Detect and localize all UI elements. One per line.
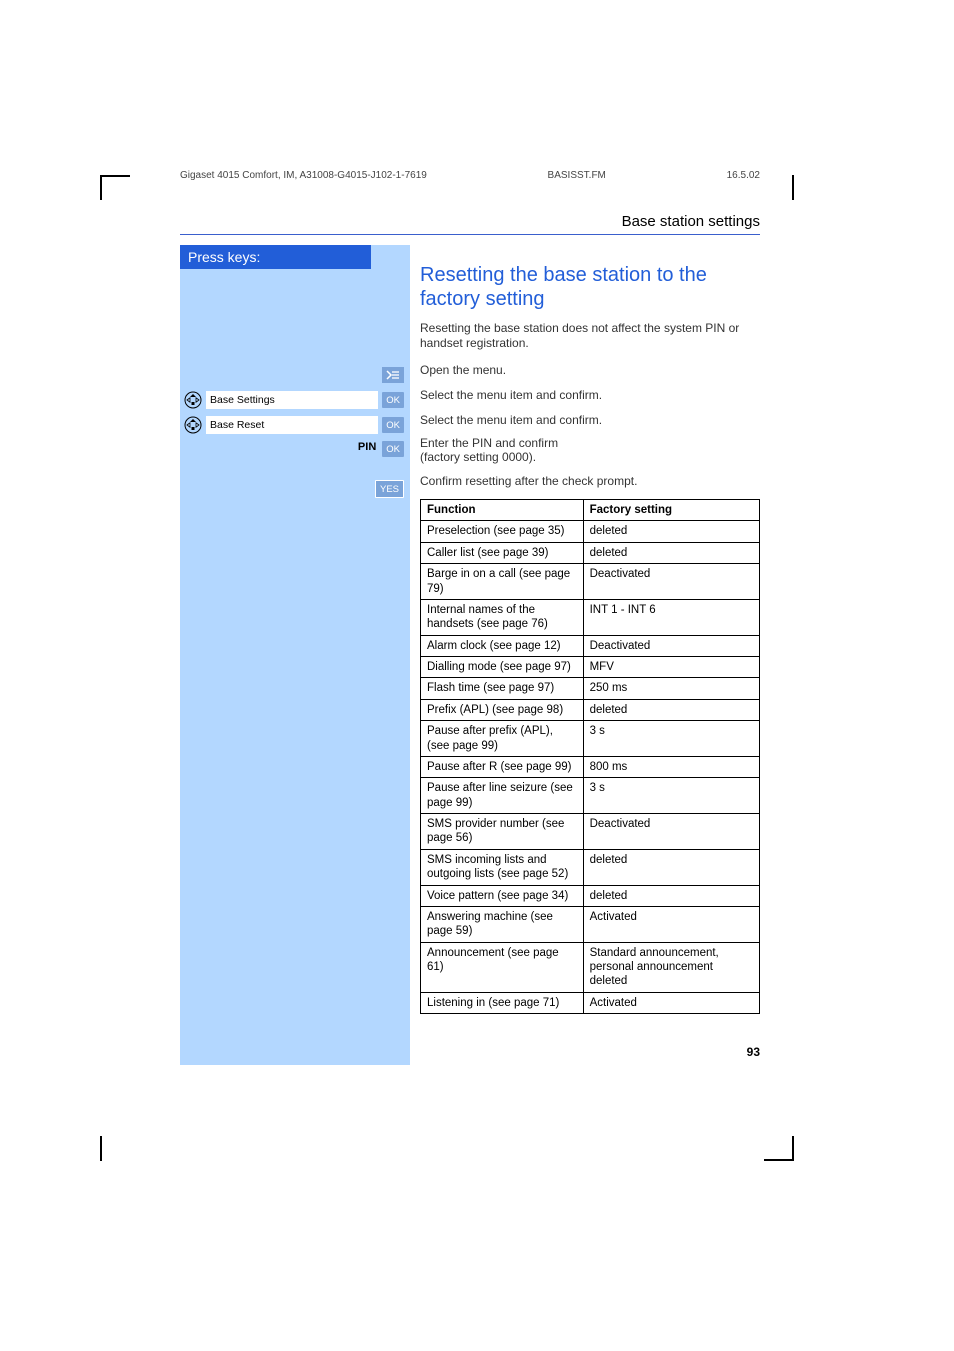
table-cell-setting: Activated <box>583 906 759 942</box>
ok-pill: OK <box>382 441 404 457</box>
ok-pill: OK <box>382 417 404 433</box>
topic-heading: Resetting the base station to the factor… <box>420 263 760 311</box>
table-cell-function: Pause after R (see page 99) <box>421 756 584 777</box>
table-cell-setting: deleted <box>583 699 759 720</box>
table-row: Pause after R (see page 99)800 ms <box>421 756 760 777</box>
table-cell-setting: deleted <box>583 542 759 563</box>
table-cell-setting: Deactivated <box>583 635 759 656</box>
crop-mark <box>100 175 102 200</box>
table-row: Alarm clock (see page 12)Deactivated <box>421 635 760 656</box>
table-cell-function: SMS incoming lists and outgoing lists (s… <box>421 849 584 885</box>
crop-mark <box>792 175 794 200</box>
table-cell-setting: Standard announcement, personal announce… <box>583 942 759 992</box>
table-cell-function: Dialling mode (see page 97) <box>421 657 584 678</box>
table-cell-setting: 800 ms <box>583 756 759 777</box>
table-cell-setting: deleted <box>583 885 759 906</box>
step-field-label: Base Reset <box>206 416 378 434</box>
table-cell-setting: 3 s <box>583 721 759 757</box>
ok-pill: OK <box>382 392 404 408</box>
table-row: Answering machine (see page 59)Activated <box>421 906 760 942</box>
table-cell-function: Internal names of the handsets (see page… <box>421 599 584 635</box>
table-header: Factory setting <box>583 500 759 521</box>
yes-pill: YES <box>375 480 404 498</box>
doc-file: BASISST.FM <box>548 170 606 181</box>
table-row: Prefix (APL) (see page 98)deleted <box>421 699 760 720</box>
step-text: Select the menu item and confirm. <box>420 382 760 407</box>
table-row: Listening in (see page 71)Activated <box>421 992 760 1013</box>
table-cell-function: Prefix (APL) (see page 98) <box>421 699 584 720</box>
table-cell-setting: Activated <box>583 992 759 1013</box>
table-row: Voice pattern (see page 34)deleted <box>421 885 760 906</box>
table-row: Pause after line seizure (see page 99)3 … <box>421 778 760 814</box>
table-row: Announcement (see page 61)Standard annou… <box>421 942 760 992</box>
step-text: Select the menu item and confirm. <box>420 407 760 432</box>
table-header: Function <box>421 500 584 521</box>
section-title: Base station settings <box>180 213 760 235</box>
table-cell-function: Listening in (see page 71) <box>421 992 584 1013</box>
crop-mark <box>100 1136 102 1161</box>
table-row: Pause after prefix (APL), (see page 99)3… <box>421 721 760 757</box>
table-row: Dialling mode (see page 97)MFV <box>421 657 760 678</box>
table-cell-setting: 3 s <box>583 778 759 814</box>
table-cell-function: Announcement (see page 61) <box>421 942 584 992</box>
table-cell-function: SMS provider number (see page 56) <box>421 814 584 850</box>
table-cell-setting: Deactivated <box>583 564 759 600</box>
press-keys-label: Press keys: <box>180 245 371 269</box>
step-text: Confirm resetting after the check prompt… <box>420 468 760 493</box>
table-cell-function: Answering machine (see page 59) <box>421 906 584 942</box>
step-base-settings: Base Settings OK <box>184 389 404 411</box>
table-cell-function: Alarm clock (see page 12) <box>421 635 584 656</box>
step-line: Enter the PIN and confirm (factory setti… <box>420 436 558 465</box>
table-cell-function: Voice pattern (see page 34) <box>421 885 584 906</box>
table-row: SMS provider number (see page 56)Deactiv… <box>421 814 760 850</box>
crop-mark <box>792 1136 794 1161</box>
table-cell-function: Pause after line seizure (see page 99) <box>421 778 584 814</box>
table-cell-setting: deleted <box>583 849 759 885</box>
step-yes: YES <box>184 478 404 500</box>
table-row: SMS incoming lists and outgoing lists (s… <box>421 849 760 885</box>
table-row: Barge in on a call (see page 79)Deactiva… <box>421 564 760 600</box>
table-cell-setting: MFV <box>583 657 759 678</box>
crop-mark <box>764 1159 794 1161</box>
table-cell-function: Caller list (see page 39) <box>421 542 584 563</box>
intro-text: Resetting the base station does not affe… <box>420 321 760 351</box>
table-row: Flash time (see page 97)250 ms <box>421 678 760 699</box>
crop-mark <box>100 175 130 177</box>
step-pin: PIN OK <box>184 439 404 475</box>
table-cell-setting: 250 ms <box>583 678 759 699</box>
table-cell-setting: INT 1 - INT 6 <box>583 599 759 635</box>
table-cell-setting: deleted <box>583 521 759 542</box>
table-cell-function: Flash time (see page 97) <box>421 678 584 699</box>
table-cell-function: Barge in on a call (see page 79) <box>421 564 584 600</box>
step-field-label: Base Settings <box>206 391 378 409</box>
menu-icon <box>382 367 404 383</box>
table-row: Internal names of the handsets (see page… <box>421 599 760 635</box>
step-open-menu <box>184 364 404 386</box>
step-text: Open the menu. <box>420 357 760 382</box>
pin-label: PIN <box>358 441 376 453</box>
doc-id: Gigaset 4015 Comfort, IM, A31008-G4015-J… <box>180 170 427 181</box>
nav-icon <box>184 416 202 434</box>
table-cell-function: Preselection (see page 35) <box>421 521 584 542</box>
doc-date: 16.5.02 <box>727 170 760 181</box>
table-row: Caller list (see page 39)deleted <box>421 542 760 563</box>
table-cell-function: Pause after prefix (APL), (see page 99) <box>421 721 584 757</box>
nav-icon <box>184 391 202 409</box>
table-row: Preselection (see page 35)deleted <box>421 521 760 542</box>
document-header: Gigaset 4015 Comfort, IM, A31008-G4015-J… <box>180 170 760 185</box>
table-cell-setting: Deactivated <box>583 814 759 850</box>
page-number: 93 <box>747 1045 760 1059</box>
factory-settings-table: Function Factory setting Preselection (s… <box>420 499 760 1014</box>
step-text: Enter the PIN and confirm (factory setti… <box>420 432 760 468</box>
step-base-reset: Base Reset OK <box>184 414 404 436</box>
